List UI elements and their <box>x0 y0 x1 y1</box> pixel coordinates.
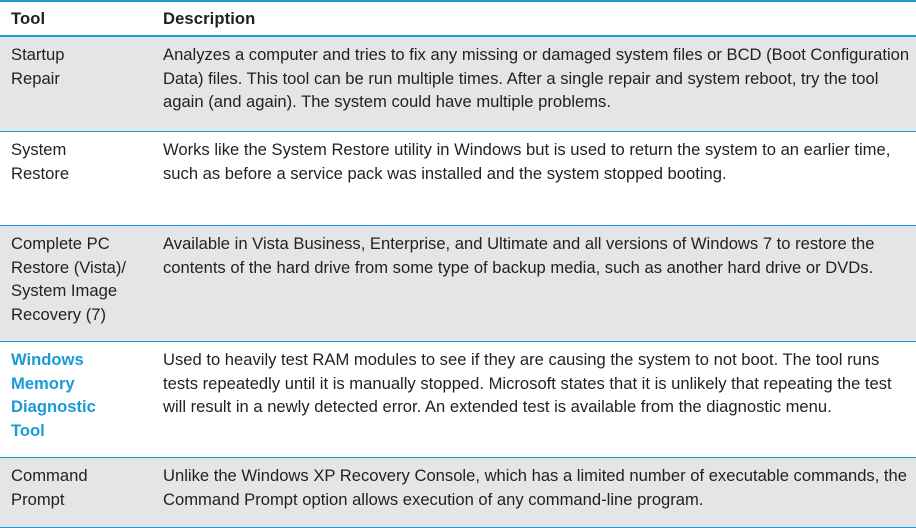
tool-name-highlighted: Windows Memory Diagnostic Tool <box>11 350 96 440</box>
description-cell: Works like the System Restore utility in… <box>152 131 916 226</box>
header-row: Tool Description <box>0 0 916 37</box>
column-header-description: Description <box>152 0 916 37</box>
tool-name: Startup Repair <box>11 45 65 88</box>
tool-description: Works like the System Restore utility in… <box>163 140 891 183</box>
table-header: Tool Description <box>0 0 916 37</box>
table-row-complete-pc-restore: Complete PC Restore (Vista)/System Image R… <box>0 225 916 342</box>
table-body: Startup Repair Analyzes a computer and tr… <box>0 36 916 528</box>
tool-description: Analyzes a computer and tries to fix any… <box>163 45 910 111</box>
tool-name: Command Prompt <box>11 466 88 509</box>
column-header-tool: Tool <box>0 0 152 37</box>
tool-description: Available in Vista Business, Enterprise,… <box>163 234 875 277</box>
tool-cell: Startup Repair <box>0 36 152 132</box>
tool-cell: System Restore <box>0 131 152 226</box>
tool-description: Used to heavily test RAM modules to see … <box>163 350 892 416</box>
tool-name: System Restore <box>11 140 70 183</box>
table-row-system-restore: System Restore Works like the System Rest… <box>0 131 916 226</box>
tool-cell: Complete PC Restore (Vista)/System Image R… <box>0 225 152 342</box>
table-row-command-prompt: Command Prompt Unlike the Windows XP Reco… <box>0 457 916 528</box>
description-cell: Analyzes a computer and tries to fix any… <box>152 36 916 132</box>
tool-cell: Windows Memory Diagnostic Tool <box>0 341 152 458</box>
description-cell: Available in Vista Business, Enterprise,… <box>152 225 916 342</box>
description-cell: Used to heavily test RAM modules to see … <box>152 341 916 458</box>
tool-description: Unlike the Windows XP Recovery Console, … <box>163 466 908 509</box>
description-cell: Unlike the Windows XP Recovery Console, … <box>152 457 916 528</box>
tool-name: Complete PC Restore (Vista)/System Image R… <box>11 234 126 324</box>
table-row-startup-repair: Startup Repair Analyzes a computer and tr… <box>0 36 916 132</box>
tool-cell: Command Prompt <box>0 457 152 528</box>
table-row-windows-memory-diagnostic: Windows Memory Diagnostic Tool Used to heav… <box>0 341 916 458</box>
recovery-tools-table: Tool Description Startup Repair Analyzes … <box>0 0 916 528</box>
